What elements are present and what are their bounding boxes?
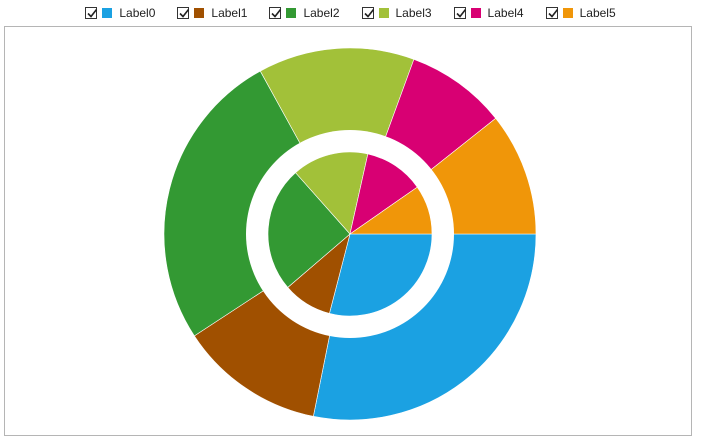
plot-area	[4, 26, 692, 436]
legend-item-label0[interactable]: Label0	[85, 6, 155, 20]
checkbox-icon[interactable]	[177, 7, 190, 19]
legend-swatch	[286, 8, 297, 18]
legend-label: Label3	[395, 6, 432, 20]
legend-label: Label5	[579, 6, 616, 20]
chart-legend: Label0 Label1 Label2 Label3 Label4 Label5	[0, 3, 701, 23]
checkbox-icon[interactable]	[361, 7, 374, 19]
legend-swatch	[470, 8, 481, 18]
legend-label: Label0	[119, 6, 156, 20]
legend-swatch	[562, 8, 573, 18]
checkbox-icon[interactable]	[269, 7, 282, 19]
legend-swatch	[194, 8, 205, 18]
checkbox-icon[interactable]	[545, 7, 558, 19]
legend-label: Label1	[211, 6, 248, 20]
legend-label: Label2	[303, 6, 340, 20]
checkbox-icon[interactable]	[85, 7, 98, 19]
legend-item-label3[interactable]: Label3	[361, 6, 432, 20]
legend-item-label2[interactable]: Label2	[269, 6, 340, 20]
legend-item-label4[interactable]: Label4	[453, 6, 524, 20]
donut-chart	[163, 47, 537, 421]
checkbox-icon[interactable]	[453, 7, 466, 19]
legend-item-label1[interactable]: Label1	[177, 6, 247, 20]
legend-label: Label4	[487, 6, 524, 20]
legend-swatch	[378, 8, 389, 18]
legend-item-label5[interactable]: Label5	[545, 6, 616, 20]
legend-swatch	[102, 8, 113, 18]
